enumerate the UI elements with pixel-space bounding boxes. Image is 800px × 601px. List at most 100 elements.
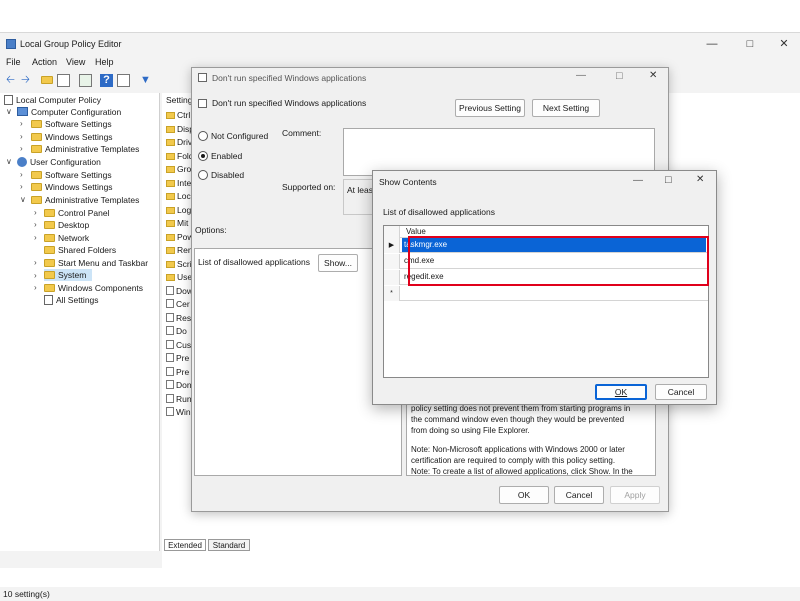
list-item[interactable]: Ctrl: [166, 109, 190, 121]
chevron-right-icon[interactable]: ›: [34, 233, 37, 242]
chevron-down-icon[interactable]: ∨: [6, 157, 12, 166]
up-folder-icon[interactable]: [40, 74, 53, 87]
minimize-icon[interactable]: —: [694, 33, 730, 55]
menu-action[interactable]: Action: [32, 57, 57, 67]
list-item[interactable]: Gro: [166, 163, 191, 175]
radio-disabled[interactable]: [198, 170, 208, 180]
tree-item-desktop[interactable]: Desktop: [44, 219, 89, 231]
list-item[interactable]: Disp: [166, 123, 194, 135]
menu-view[interactable]: View: [66, 57, 85, 67]
chevron-right-icon[interactable]: ›: [20, 119, 23, 128]
policy-minimize-icon[interactable]: —: [576, 70, 586, 81]
list-item[interactable]: Fold: [166, 150, 194, 162]
menu-help[interactable]: Help: [95, 57, 114, 67]
policy-close-icon[interactable]: ✕: [649, 70, 657, 81]
chevron-right-icon[interactable]: ›: [20, 170, 23, 179]
tree-item-shared-folders[interactable]: Shared Folders: [44, 244, 116, 256]
list-item[interactable]: Pre: [166, 366, 189, 378]
value-cell[interactable]: [402, 286, 706, 300]
show-ok-button[interactable]: OK: [595, 384, 647, 400]
previous-setting-button[interactable]: Previous Setting: [455, 99, 525, 117]
help-icon[interactable]: ?: [100, 74, 113, 87]
list-item[interactable]: Pow: [166, 231, 194, 243]
settings-column-header[interactable]: Setting: [166, 95, 192, 105]
list-item[interactable]: Use: [166, 271, 192, 283]
chevron-right-icon[interactable]: ›: [34, 271, 37, 280]
current-row-arrow-icon[interactable]: ▶: [384, 238, 400, 253]
chevron-down-icon[interactable]: ∨: [20, 195, 26, 204]
list-item[interactable]: Ren: [166, 244, 193, 256]
list-item[interactable]: Don: [166, 379, 192, 391]
list-item[interactable]: Do: [166, 325, 187, 337]
policy-maximize-icon[interactable]: □: [616, 70, 623, 82]
tree-item-all-settings[interactable]: All Settings: [44, 294, 99, 306]
tree-item-windows-components[interactable]: Windows Components: [44, 282, 143, 294]
chevron-right-icon[interactable]: ›: [34, 258, 37, 267]
show-maximize-icon[interactable]: □: [665, 174, 672, 186]
tree-item-cc-software-settings[interactable]: Software Settings: [31, 118, 112, 130]
list-item[interactable]: Log: [166, 204, 191, 216]
chevron-right-icon[interactable]: ›: [20, 182, 23, 191]
tree-item-control-panel[interactable]: Control Panel: [44, 207, 110, 219]
tree-item-system[interactable]: System: [44, 269, 93, 281]
radio-enabled[interactable]: [198, 151, 208, 161]
show-button[interactable]: Show...: [318, 254, 358, 272]
chevron-right-icon[interactable]: ›: [34, 283, 37, 292]
tree-item-user-configuration[interactable]: User Configuration: [17, 156, 101, 168]
tree-item-network[interactable]: Network: [44, 232, 89, 244]
filter-icon[interactable]: ▼: [139, 74, 152, 87]
row-selector[interactable]: [384, 270, 400, 285]
policy-apply-button[interactable]: Apply: [610, 486, 660, 504]
tree-item-local-computer-policy[interactable]: Local Computer Policy: [4, 94, 101, 106]
tree-item-uc-software-settings[interactable]: Software Settings: [31, 169, 112, 181]
next-setting-button[interactable]: Next Setting: [532, 99, 600, 117]
show-cancel-button[interactable]: Cancel: [655, 384, 707, 400]
show-list-label: List of disallowed applications: [383, 207, 495, 217]
tree-item-computer-configuration[interactable]: Computer Configuration: [17, 106, 121, 118]
list-item[interactable]: Win: [166, 406, 191, 418]
radio-not-configured[interactable]: [198, 131, 208, 141]
policy-dialog-icon: [198, 73, 207, 82]
export-list-icon[interactable]: [79, 74, 92, 87]
policy-cancel-button[interactable]: Cancel: [554, 486, 604, 504]
list-item[interactable]: Inte: [166, 177, 191, 189]
table-row[interactable]: *: [384, 286, 708, 301]
setting-icon: [166, 326, 174, 335]
chevron-right-icon[interactable]: ›: [20, 144, 23, 153]
list-item[interactable]: Scri: [166, 258, 192, 270]
tree-item-cc-administrative-templates[interactable]: Administrative Templates: [31, 143, 139, 155]
tab-standard[interactable]: Standard: [208, 539, 250, 551]
show-close-icon[interactable]: ✕: [696, 174, 704, 185]
tab-extended[interactable]: Extended: [164, 539, 206, 551]
new-row-marker[interactable]: *: [384, 286, 400, 301]
close-icon[interactable]: ✕: [766, 33, 800, 55]
comment-textbox[interactable]: [343, 128, 655, 176]
show-hide-tree-icon[interactable]: [57, 74, 70, 87]
forward-arrow-icon[interactable]: 🡢: [19, 74, 32, 87]
chevron-down-icon[interactable]: ∨: [6, 107, 12, 116]
tree-item-start-menu-taskbar[interactable]: Start Menu and Taskbar: [44, 257, 148, 269]
list-item[interactable]: Cus: [166, 339, 191, 351]
list-item[interactable]: Cer: [166, 298, 190, 310]
maximize-icon[interactable]: □: [732, 33, 768, 55]
back-arrow-icon[interactable]: 🡠: [4, 74, 17, 87]
list-item[interactable]: Driv: [166, 136, 192, 148]
list-item[interactable]: Run: [166, 393, 192, 405]
menu-file[interactable]: File: [6, 57, 21, 67]
row-selector[interactable]: [384, 254, 400, 269]
properties-icon[interactable]: [117, 74, 130, 87]
chevron-right-icon[interactable]: ›: [20, 132, 23, 141]
list-item[interactable]: Loc: [166, 190, 191, 202]
tree-item-uc-windows-settings[interactable]: Windows Settings: [31, 181, 113, 193]
show-minimize-icon[interactable]: —: [633, 175, 643, 186]
list-item[interactable]: Pre: [166, 352, 189, 364]
chevron-right-icon[interactable]: ›: [34, 208, 37, 217]
list-item[interactable]: Dow: [166, 285, 193, 297]
list-item[interactable]: Mit: [166, 217, 188, 229]
policy-ok-button[interactable]: OK: [499, 486, 549, 504]
tree-item-cc-windows-settings[interactable]: Windows Settings: [31, 131, 113, 143]
chevron-right-icon[interactable]: ›: [34, 220, 37, 229]
folder-icon: [31, 183, 42, 191]
tree-item-uc-administrative-templates[interactable]: Administrative Templates: [31, 194, 139, 206]
list-item[interactable]: Res: [166, 312, 191, 324]
